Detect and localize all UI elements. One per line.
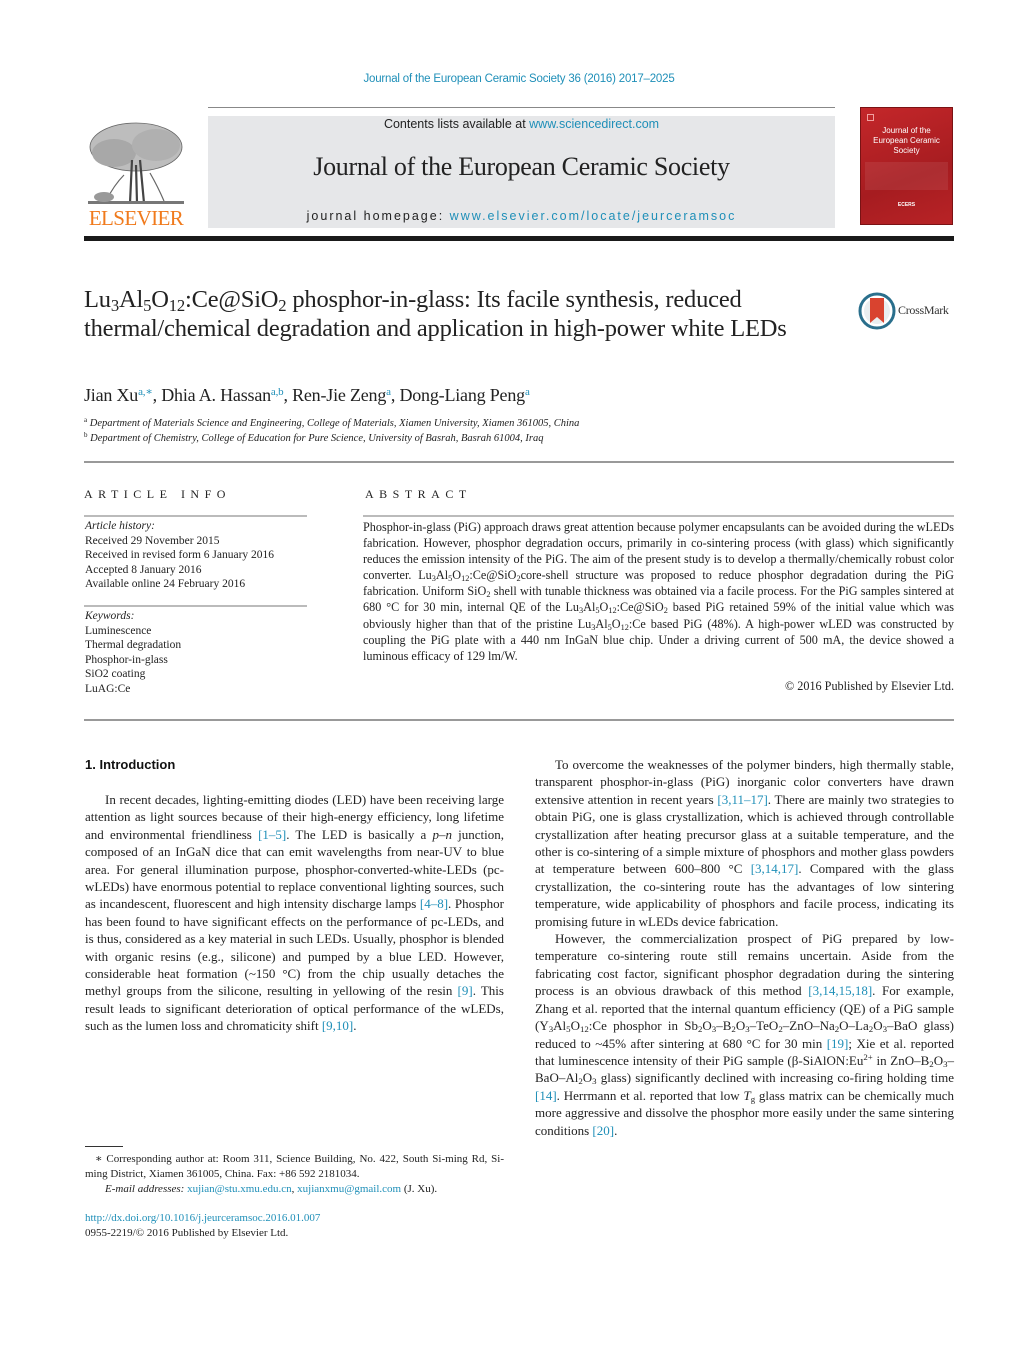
doi-block: http://dx.doi.org/10.1016/j.jeurceramsoc… bbox=[85, 1211, 320, 1241]
author-name[interactable]: Jian Xu bbox=[84, 385, 138, 405]
footnote-divider bbox=[85, 1146, 123, 1147]
affiliation-mark: b bbox=[84, 431, 88, 440]
paragraph: To overcome the weaknesses of the polyme… bbox=[535, 757, 954, 929]
affiliation-a: a Department of Materials Science and En… bbox=[84, 416, 580, 429]
title-sub: 12 bbox=[168, 296, 185, 316]
keyword: Thermal degradation bbox=[85, 639, 182, 652]
affiliation-divider bbox=[84, 461, 954, 463]
cover-logo-icon bbox=[867, 114, 874, 121]
author-affil-mark[interactable]: a,b bbox=[271, 386, 284, 398]
contents-line: Contents lists available at www.scienced… bbox=[208, 117, 835, 131]
history-item: Received 29 November 2015 bbox=[85, 534, 220, 547]
journal-name: Journal of the European Ceramic Society bbox=[313, 152, 730, 181]
keyword: Luminescence bbox=[85, 624, 152, 637]
reference-link[interactable]: [1–5] bbox=[258, 827, 286, 842]
elsevier-wordmark: ELSEVIER bbox=[88, 206, 184, 230]
sciencedirect-link[interactable]: www.sciencedirect.com bbox=[529, 117, 659, 131]
keyword: Phosphor-in-glass bbox=[85, 653, 168, 666]
journal-homepage-link[interactable]: www.elsevier.com/locate/jeurceramsoc bbox=[450, 209, 737, 223]
header-divider bbox=[208, 107, 835, 108]
author-list: Jian Xua,∗, Dhia A. Hassana,b, Ren-Jie Z… bbox=[84, 385, 530, 405]
abstract-divider bbox=[363, 515, 954, 517]
footnotes: ∗ Corresponding author at: Room 311, Sci… bbox=[85, 1152, 504, 1197]
keywords: Keywords: Luminescence Thermal degradati… bbox=[85, 609, 181, 697]
history-item: Available online 24 February 2016 bbox=[85, 578, 246, 591]
body-column-right: To overcome the weaknesses of the polyme… bbox=[535, 756, 954, 1139]
cover-title-line2: European Ceramic Society bbox=[873, 136, 940, 155]
issn-copyright: 0955-2219/© 2016 Published by Elsevier L… bbox=[85, 1227, 289, 1239]
reference-link[interactable]: [3,14,15,18] bbox=[808, 983, 872, 998]
abstract-body: Phosphor-in-glass (PiG) approach draws g… bbox=[363, 520, 955, 663]
cover-society: ECERS bbox=[897, 202, 916, 208]
keywords-label: Keywords: bbox=[85, 610, 135, 622]
title-sub: 5 bbox=[143, 296, 152, 316]
reference-link[interactable]: [20] bbox=[592, 1123, 614, 1138]
title-part: Al bbox=[118, 286, 144, 313]
affiliation-mark: a bbox=[84, 416, 88, 425]
homepage-prefix: journal homepage: bbox=[306, 209, 450, 223]
reference-link[interactable]: [3,14,17] bbox=[751, 861, 799, 876]
reference-link[interactable]: [19] bbox=[827, 1036, 849, 1051]
author-affil-mark[interactable]: a bbox=[525, 386, 530, 398]
author-affil-mark[interactable]: a,∗ bbox=[138, 386, 153, 398]
title-part: O bbox=[151, 286, 169, 313]
contents-prefix: Contents lists available at bbox=[383, 117, 530, 131]
abstract-end-divider bbox=[84, 719, 954, 721]
article-info-heading: ARTICLE INFO bbox=[84, 487, 231, 501]
corresponding-author-note: ∗ Corresponding author at: Room 311, Sci… bbox=[85, 1153, 504, 1180]
author-name[interactable]: Dong-Liang Peng bbox=[399, 385, 525, 405]
email-label: E-mail addresses: bbox=[105, 1183, 188, 1195]
doi-link[interactable]: http://dx.doi.org/10.1016/j.jeurceramsoc… bbox=[85, 1212, 320, 1224]
paragraph: In recent decades, lighting-emitting dio… bbox=[85, 792, 505, 1034]
cover-title: Journal of the European Ceramic Society bbox=[861, 126, 952, 156]
body-column-left: In recent decades, lighting-emitting dio… bbox=[85, 791, 504, 1035]
email-suffix: (J. Xu). bbox=[401, 1183, 438, 1195]
journal-cover-thumbnail[interactable]: Journal of the European Ceramic Society E… bbox=[860, 107, 953, 225]
journal-citation-link[interactable]: Journal of the European Ceramic Society … bbox=[0, 73, 1020, 85]
reference-link[interactable]: [9,10] bbox=[322, 1018, 353, 1033]
history-label: Article history: bbox=[85, 520, 155, 532]
history-item: Received in revised form 6 January 2016 bbox=[85, 549, 275, 562]
title-part: Lu bbox=[84, 286, 111, 313]
affiliation-text: Department of Chemistry, College of Educ… bbox=[90, 433, 544, 444]
author-name[interactable]: Dhia A. Hassan bbox=[161, 385, 271, 405]
section-heading-introduction: 1. Introduction bbox=[85, 757, 176, 772]
cover-decor bbox=[865, 162, 948, 190]
article-title: Lu3Al5O12:Ce@SiO2 phosphor-in-glass: Its… bbox=[84, 285, 844, 343]
crossmark-label[interactable]: CrossMark bbox=[898, 303, 949, 318]
author-name[interactable]: Ren-Jie Zeng bbox=[292, 385, 386, 405]
abstract-heading: ABSTRACT bbox=[365, 487, 472, 501]
author-affil-mark[interactable]: a bbox=[386, 386, 391, 398]
cover-title-line1: Journal of the bbox=[882, 126, 931, 135]
header-heavy-rule bbox=[84, 236, 954, 241]
abstract-copyright: © 2016 Published by Elsevier Ltd. bbox=[784, 679, 954, 693]
keyword: LuAG:Ce bbox=[85, 682, 131, 695]
keyword: SiO2 coating bbox=[85, 668, 146, 681]
paragraph: However, the commercialization prospect … bbox=[535, 931, 955, 1138]
article-info-divider bbox=[84, 515, 307, 517]
affiliation-b: b Department of Chemistry, College of Ed… bbox=[84, 431, 544, 444]
title-sub: 3 bbox=[110, 296, 119, 316]
affiliation-text: Department of Materials Science and Engi… bbox=[89, 418, 580, 429]
email-line: E-mail addresses: xujian@stu.xmu.edu.cn,… bbox=[105, 1183, 438, 1195]
email-link[interactable]: xujian@stu.xmu.edu.cn bbox=[187, 1183, 292, 1195]
homepage-line: journal homepage: www.elsevier.com/locat… bbox=[208, 209, 835, 223]
reference-link[interactable]: [4–8] bbox=[420, 896, 448, 911]
reference-link[interactable]: [9] bbox=[458, 983, 473, 998]
title-part: :Ce@SiO bbox=[184, 286, 279, 313]
email-link[interactable]: xujianxmu@gmail.com bbox=[297, 1183, 401, 1195]
reference-link[interactable]: [3,11–17] bbox=[717, 792, 767, 807]
keywords-divider bbox=[84, 605, 307, 607]
history-item: Accepted 8 January 2016 bbox=[85, 563, 202, 576]
reference-link[interactable]: [14] bbox=[535, 1088, 557, 1103]
article-history: Article history: Received 29 November 20… bbox=[85, 519, 274, 592]
